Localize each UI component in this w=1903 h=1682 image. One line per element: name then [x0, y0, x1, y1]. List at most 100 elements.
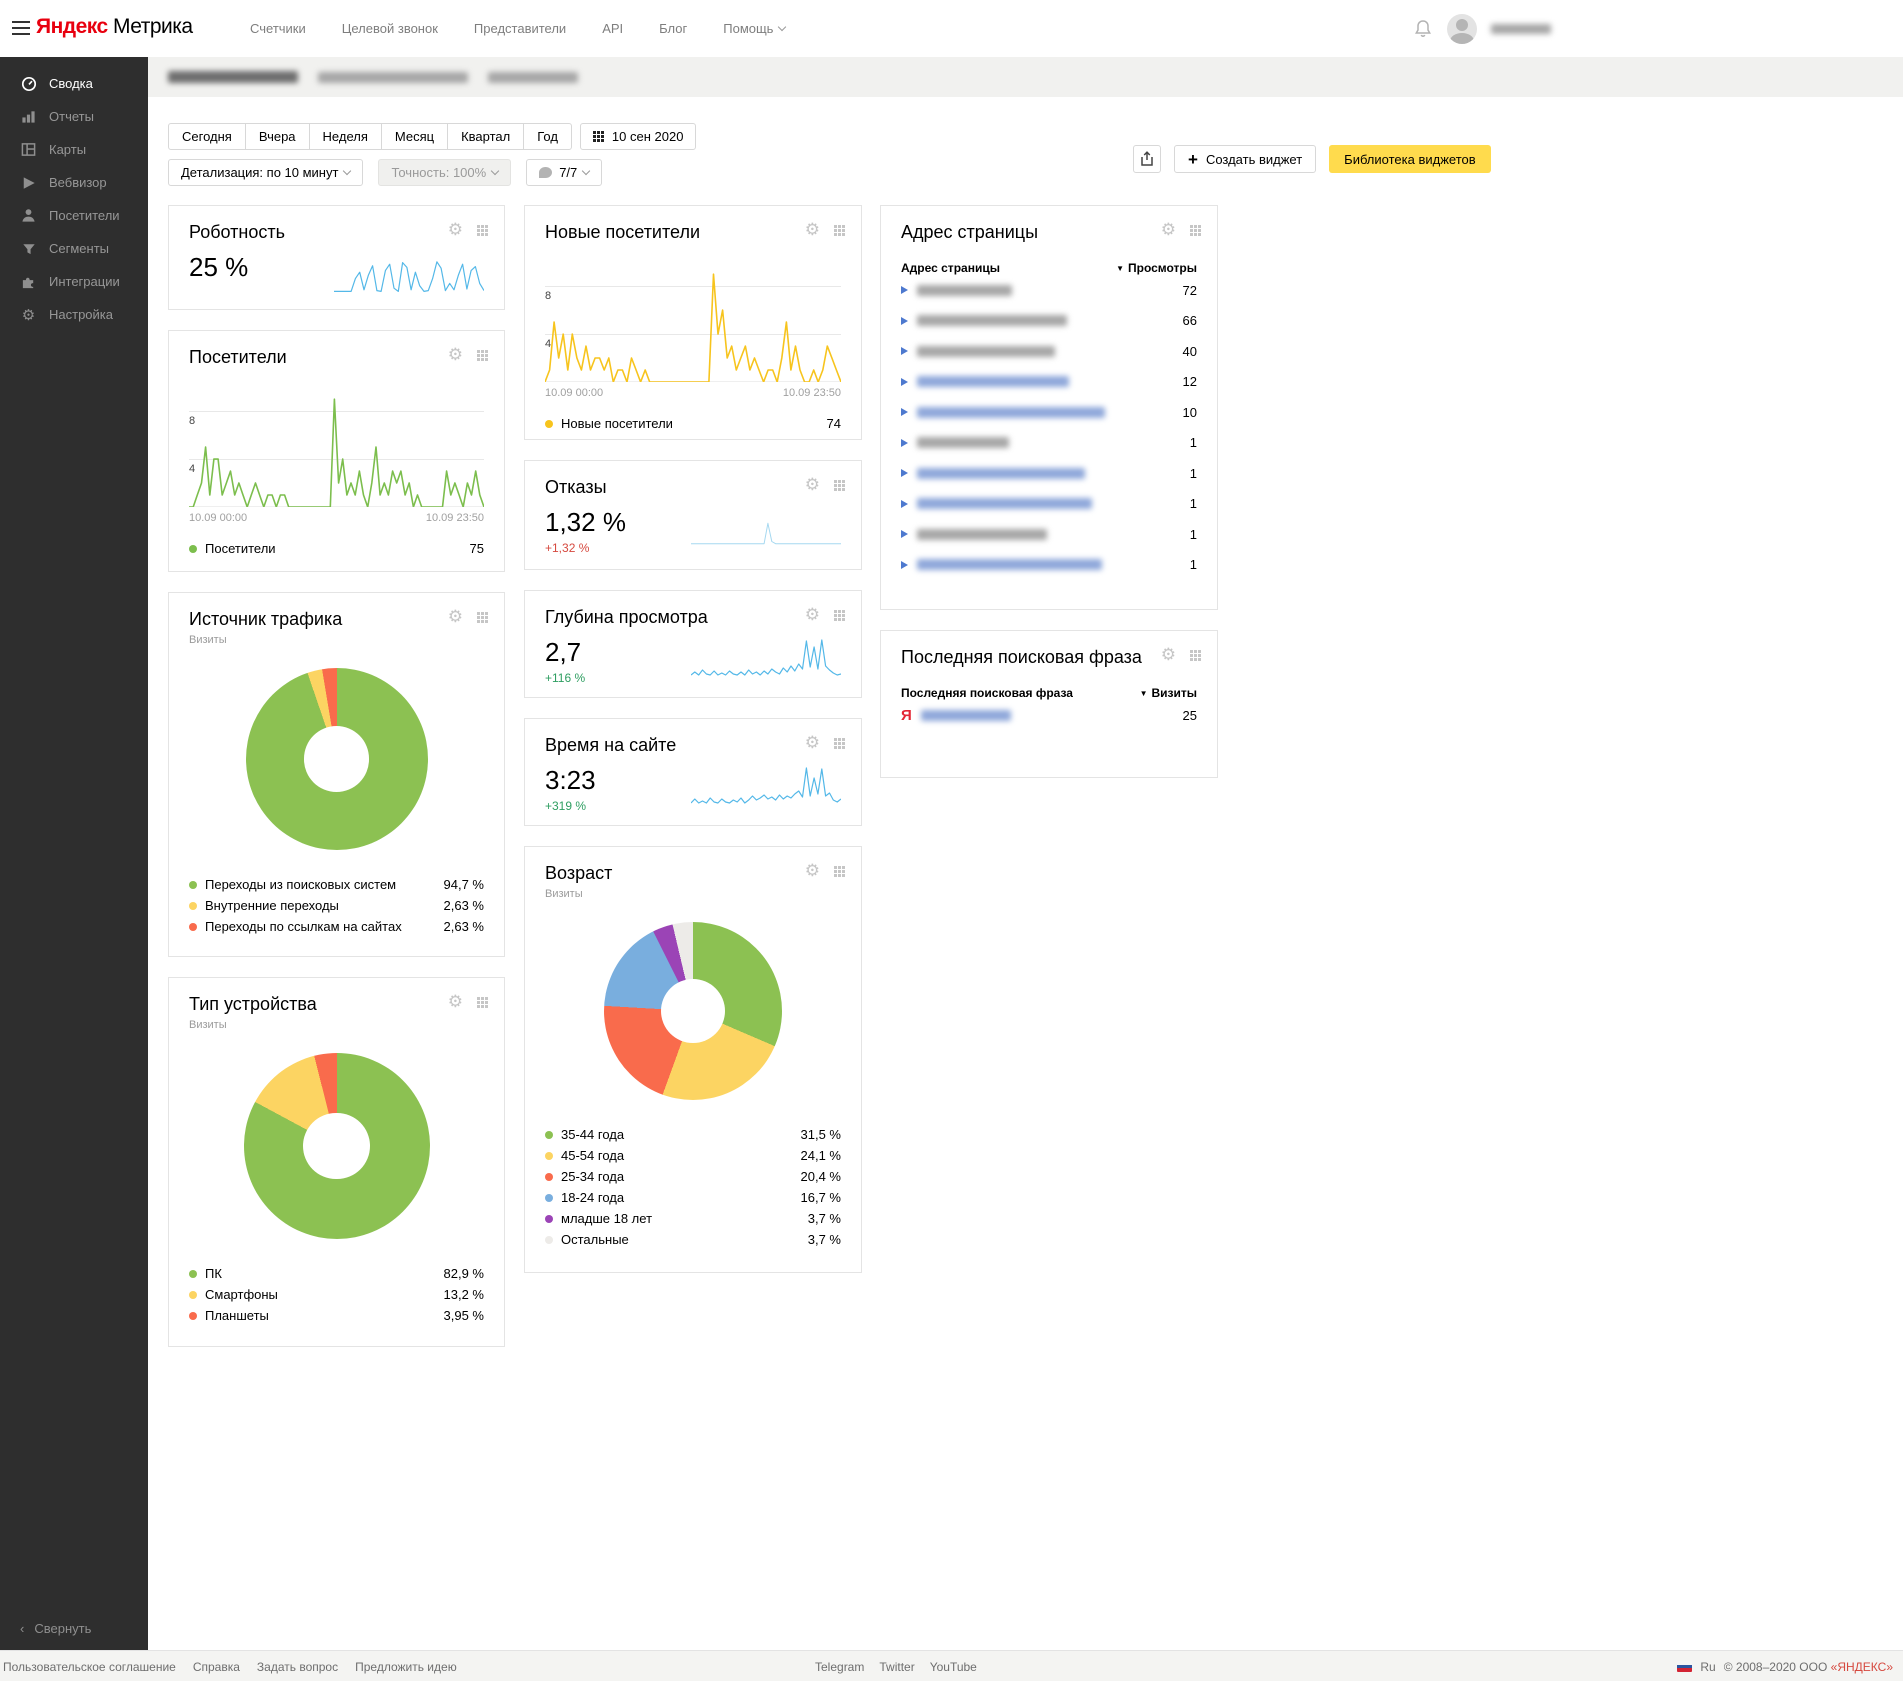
expand-triangle-icon	[901, 530, 908, 538]
footer-link-youtube[interactable]: YouTube	[930, 1660, 977, 1674]
widget-settings-gear-icon[interactable]: ⚙	[805, 477, 820, 494]
notifications-bell-icon[interactable]	[1413, 19, 1433, 39]
counter-name-redacted[interactable]	[168, 71, 298, 83]
legend-item[interactable]: 35-44 года31,5 %	[545, 1124, 841, 1145]
table-row[interactable]: 1	[901, 428, 1197, 459]
legend-item[interactable]: 18-24 года16,7 %	[545, 1187, 841, 1208]
widget-settings-gear-icon[interactable]: ⚙	[1161, 222, 1176, 239]
yandex-metrica-logo[interactable]: Яндекс Метрика	[36, 15, 193, 39]
widget-drag-handle-icon[interactable]	[834, 225, 845, 236]
export-button[interactable]	[1133, 145, 1161, 173]
widget-drag-handle-icon[interactable]	[1190, 650, 1201, 661]
widget-settings-gear-icon[interactable]: ⚙	[805, 863, 820, 880]
legend-item[interactable]: младше 18 лет3,7 %	[545, 1208, 841, 1229]
period-yesterday-button[interactable]: Вчера	[245, 123, 310, 150]
legend-item[interactable]: Переходы по ссылкам на сайтах2,63 %	[189, 916, 484, 937]
widget-settings-gear-icon[interactable]: ⚙	[1161, 647, 1176, 664]
legend-item[interactable]: Переходы из поисковых систем94,7 %	[189, 874, 484, 895]
period-week-button[interactable]: Неделя	[309, 123, 382, 150]
widget-settings-gear-icon[interactable]: ⚙	[805, 735, 820, 752]
legend-item[interactable]: 25-34 года20,4 %	[545, 1166, 841, 1187]
sidebar-item-summary[interactable]: Сводка	[0, 67, 148, 100]
create-widget-button[interactable]: +Создать виджет	[1174, 145, 1316, 173]
footer-link-twitter[interactable]: Twitter	[879, 1660, 914, 1674]
sidebar-item-segments[interactable]: Сегменты	[0, 232, 148, 265]
legend-item[interactable]: ПК82,9 %	[189, 1263, 484, 1284]
accuracy-dropdown[interactable]: Точность: 100%	[378, 159, 511, 186]
nav-item-counters[interactable]: Счетчики	[250, 21, 306, 36]
sort-column-visits[interactable]: ▼Визиты	[1140, 686, 1197, 700]
widget-drag-handle-icon[interactable]	[477, 612, 488, 623]
widget-new-visitors: Новые посетители ⚙ 8 4 10.09 00:00 10.09…	[524, 205, 862, 440]
comments-dropdown[interactable]: 7/7	[526, 159, 602, 186]
visitors-total: 75	[470, 541, 484, 556]
table-row[interactable]: 1	[901, 458, 1197, 489]
detalization-dropdown[interactable]: Детализация: по 10 минут	[168, 159, 363, 186]
hamburger-menu-icon[interactable]	[12, 21, 30, 35]
widget-traffic-source: Источник трафика Визиты ⚙ Переходы из по…	[168, 592, 505, 957]
widget-drag-handle-icon[interactable]	[477, 997, 488, 1008]
footer-link-help[interactable]: Справка	[193, 1660, 240, 1674]
widget-drag-handle-icon[interactable]	[834, 738, 845, 749]
widget-drag-handle-icon[interactable]	[834, 866, 845, 877]
nav-item-target-call[interactable]: Целевой звонок	[342, 21, 438, 36]
url-redacted	[917, 315, 1067, 326]
counter-site-redacted	[318, 72, 468, 83]
legend-item[interactable]: Планшеты3,95 %	[189, 1305, 484, 1326]
sidebar-item-integrations[interactable]: Интеграции	[0, 265, 148, 298]
widget-title: Последняя поисковая фраза	[901, 647, 1197, 668]
footer-link-suggest-idea[interactable]: Предложить идею	[355, 1660, 457, 1674]
period-quarter-button[interactable]: Квартал	[447, 123, 524, 150]
widget-settings-gear-icon[interactable]: ⚙	[448, 994, 463, 1011]
widget-drag-handle-icon[interactable]	[477, 225, 488, 236]
widget-drag-handle-icon[interactable]	[834, 480, 845, 491]
table-row[interactable]: 40	[901, 336, 1197, 367]
visitors-legend[interactable]: Посетители 75	[189, 541, 484, 556]
widget-drag-handle-icon[interactable]	[477, 350, 488, 361]
widget-settings-gear-icon[interactable]: ⚙	[448, 347, 463, 364]
nav-item-help[interactable]: Помощь	[723, 21, 785, 36]
table-row[interactable]: Я 25	[901, 700, 1197, 731]
table-row[interactable]: 1	[901, 519, 1197, 550]
legend-item[interactable]: Внутренние переходы2,63 %	[189, 895, 484, 916]
sidebar-item-reports[interactable]: Отчеты	[0, 100, 148, 133]
new-visitors-legend[interactable]: Новые посетители 74	[545, 416, 841, 431]
widget-settings-gear-icon[interactable]: ⚙	[448, 609, 463, 626]
period-year-button[interactable]: Год	[523, 123, 572, 150]
footer-link-telegram[interactable]: Telegram	[815, 1660, 864, 1674]
table-row[interactable]: 10	[901, 397, 1197, 428]
sort-column-views[interactable]: ▼Просмотры	[1116, 261, 1197, 275]
widget-settings-gear-icon[interactable]: ⚙	[805, 222, 820, 239]
sidebar-item-webvisor[interactable]: Вебвизор	[0, 166, 148, 199]
url-redacted	[917, 468, 1085, 479]
widget-settings-gear-icon[interactable]: ⚙	[448, 222, 463, 239]
language-switcher[interactable]: Ru	[1700, 1660, 1715, 1674]
nav-item-blog[interactable]: Блог	[659, 21, 687, 36]
widget-library-button[interactable]: Библиотека виджетов	[1329, 145, 1491, 173]
table-row[interactable]: 72	[901, 275, 1197, 306]
table-row[interactable]: 1	[901, 489, 1197, 520]
sidebar-item-settings[interactable]: ⚙ Настройка	[0, 298, 148, 331]
table-row[interactable]: 66	[901, 306, 1197, 337]
sidebar-item-visitors[interactable]: Посетители	[0, 199, 148, 232]
widget-drag-handle-icon[interactable]	[834, 610, 845, 621]
nav-item-api[interactable]: API	[602, 21, 623, 36]
legend-item[interactable]: Остальные3,7 %	[545, 1229, 841, 1250]
widget-device-type: Тип устройства Визиты ⚙ ПК82,9 % Смартфо…	[168, 977, 505, 1347]
widget-drag-handle-icon[interactable]	[1190, 225, 1201, 236]
period-today-button[interactable]: Сегодня	[168, 123, 246, 150]
user-avatar[interactable]	[1447, 14, 1477, 44]
footer-link-ask-question[interactable]: Задать вопрос	[257, 1660, 338, 1674]
footer-link-agreement[interactable]: Пользовательское соглашение	[3, 1660, 176, 1674]
expand-triangle-icon	[901, 286, 908, 294]
period-month-button[interactable]: Месяц	[381, 123, 448, 150]
legend-item[interactable]: Смартфоны13,2 %	[189, 1284, 484, 1305]
table-row[interactable]: 1	[901, 550, 1197, 581]
table-row[interactable]: 12	[901, 367, 1197, 398]
sidebar-collapse-button[interactable]: ‹Свернуть	[20, 1621, 91, 1636]
legend-item[interactable]: 45-54 года24,1 %	[545, 1145, 841, 1166]
date-picker-button[interactable]: 10 сен 2020	[580, 123, 697, 150]
nav-item-representatives[interactable]: Представители	[474, 21, 566, 36]
sidebar-item-maps[interactable]: Карты	[0, 133, 148, 166]
widget-settings-gear-icon[interactable]: ⚙	[805, 607, 820, 624]
